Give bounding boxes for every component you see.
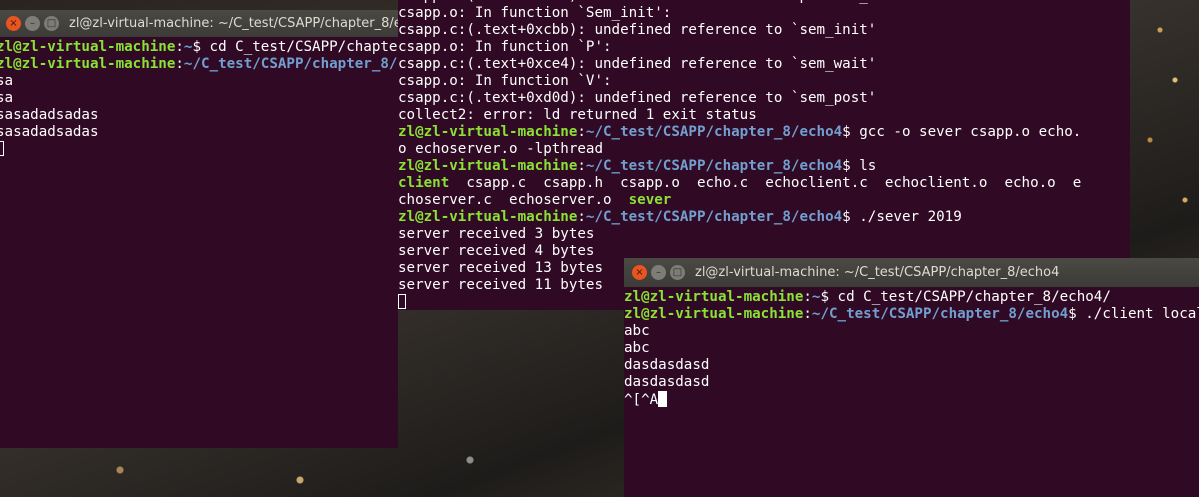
output-text: o echoserver.o -lpthread bbox=[398, 141, 603, 157]
output-text: abc bbox=[624, 340, 650, 356]
ls-output-line: choserver.c echoserver.o sever bbox=[398, 192, 1130, 209]
output-line: abc bbox=[624, 323, 1199, 340]
prompt-separator: : bbox=[803, 289, 812, 305]
command-text: $ cd C_test/CSAPP/chapter_8/echo4/ bbox=[820, 289, 1111, 305]
output-text: sasadadsadas bbox=[0, 107, 99, 123]
executable-file: sever bbox=[628, 192, 672, 208]
terminal-titlebar[interactable]: × – □ zl@zl-virtual-machine: ~/C_test/CS… bbox=[0, 10, 398, 37]
prompt-line: zl@zl-virtual-machine:~/C_test/CSAPP/cha… bbox=[398, 158, 1130, 175]
prompt-user-host: zl@zl-virtual-machine bbox=[398, 124, 578, 140]
output-text: csapp.o: In function `P': bbox=[398, 39, 612, 55]
output-line: csapp.o: In function `P': bbox=[398, 39, 1130, 56]
output-text: server received 11 bytes bbox=[398, 277, 603, 293]
output-text: sa bbox=[0, 90, 14, 106]
text-cursor bbox=[658, 391, 668, 407]
cursor-line bbox=[0, 141, 398, 158]
prompt-separator: : bbox=[175, 39, 184, 55]
command-text: $ cd C_test/CSAPP/chapter_8/echo4/ bbox=[192, 39, 398, 55]
command-text: $ gcc -o sever csapp.o echo. bbox=[842, 124, 1082, 140]
close-window-icon[interactable]: × bbox=[6, 16, 21, 31]
minimize-window-icon[interactable]: – bbox=[651, 265, 666, 280]
output-text: csapp.c:(.text+0x592): undefined referen… bbox=[398, 0, 911, 4]
maximize-window-icon[interactable]: □ bbox=[670, 265, 685, 280]
window-title: zl@zl-virtual-machine: ~/C_test/CSAPP/ch… bbox=[69, 16, 398, 31]
prompt-line: zl@zl-virtual-machine:~/C_test/CSAPP/cha… bbox=[0, 56, 398, 73]
prompt-path: ~/C_test/CSAPP/chapter_8/echo4 bbox=[811, 306, 1069, 322]
prompt-user-host: zl@zl-virtual-machine bbox=[624, 306, 804, 322]
prompt-line: zl@zl-virtual-machine:~$ cd C_test/CSAPP… bbox=[624, 289, 1199, 306]
terminal-output[interactable]: zl@zl-virtual-machine:~$ cd C_test/CSAPP… bbox=[624, 287, 1199, 408]
output-text: csapp.c:(.text+0xd0d): undefined referen… bbox=[398, 90, 877, 106]
output-line: dasdasdasd bbox=[624, 374, 1199, 391]
prompt-line: zl@zl-virtual-machine:~$ cd C_test/CSAPP… bbox=[0, 39, 398, 56]
command-text: $ ./client localhost 2019 bbox=[1068, 306, 1199, 322]
prompt-line: zl@zl-virtual-machine:~/C_test/CSAPP/cha… bbox=[398, 209, 1130, 226]
output-text: csapp.o: In function `Sem_init': bbox=[398, 5, 672, 21]
output-line: csapp.o: In function `Sem_init': bbox=[398, 5, 1130, 22]
output-text: server received 4 bytes bbox=[398, 243, 595, 259]
output-line: dasdasdasd bbox=[624, 357, 1199, 374]
output-line: sasadadsadas bbox=[0, 107, 398, 124]
prompt-separator: : bbox=[803, 306, 812, 322]
output-text: server received 3 bytes bbox=[398, 226, 595, 242]
terminal-window-left[interactable]: × – □ zl@zl-virtual-machine: ~/C_test/CS… bbox=[0, 10, 398, 448]
window-title: zl@zl-virtual-machine: ~/C_test/CSAPP/ch… bbox=[695, 265, 1060, 280]
prompt-separator: : bbox=[577, 158, 586, 174]
minimize-window-icon[interactable]: – bbox=[25, 16, 40, 31]
prompt-line: zl@zl-virtual-machine:~/C_test/CSAPP/cha… bbox=[624, 306, 1199, 323]
prompt-path: ~/C_test/CSAPP/chapter_8/echo4 bbox=[585, 209, 843, 225]
file-list: choserver.c echoserver.o bbox=[398, 192, 629, 208]
output-text: dasdasdasd bbox=[624, 374, 710, 390]
command-text: $ ./sever 2019 bbox=[842, 209, 962, 225]
output-line: ^[^A bbox=[624, 391, 1199, 408]
prompt-user-host: zl@zl-virtual-machine bbox=[398, 209, 578, 225]
output-text: dasdasdasd bbox=[624, 357, 710, 373]
prompt-user-host: zl@zl-virtual-machine bbox=[624, 289, 804, 305]
command-text: $ ls bbox=[842, 158, 877, 174]
prompt-path: ~/C_test/CSAPP/chapter_8/echo4 bbox=[585, 158, 843, 174]
prompt-path: ~/C_test/CSAPP/chapter_8/echo4 bbox=[585, 124, 843, 140]
output-text: collect2: error: ld returned 1 exit stat… bbox=[398, 107, 757, 123]
ls-output-line: client csapp.c csapp.h csapp.o echo.c ec… bbox=[398, 175, 1130, 192]
output-text: csapp.c:(.text+0xce4): undefined referen… bbox=[398, 56, 877, 72]
output-line: sa bbox=[0, 90, 398, 107]
prompt-user-host: zl@zl-virtual-machine bbox=[398, 158, 578, 174]
output-text: csapp.o: In function `V': bbox=[398, 73, 612, 89]
prompt-user-host: zl@zl-virtual-machine bbox=[0, 56, 176, 72]
text-cursor bbox=[0, 141, 4, 156]
output-line: o echoserver.o -lpthread bbox=[398, 141, 1130, 158]
terminal-titlebar[interactable]: × – □ zl@zl-virtual-machine: ~/C_test/CS… bbox=[624, 258, 1199, 287]
output-line: csapp.c:(.text+0xce4): undefined referen… bbox=[398, 56, 1130, 73]
output-line: csapp.o: In function `V': bbox=[398, 73, 1130, 90]
output-line: sa bbox=[0, 73, 398, 90]
output-line: collect2: error: ld returned 1 exit stat… bbox=[398, 107, 1130, 124]
prompt-user-host: zl@zl-virtual-machine bbox=[0, 39, 176, 55]
prompt-path: ~/C_test/CSAPP/chapter_8/echo4 bbox=[183, 56, 398, 72]
output-text: ^[^A bbox=[624, 392, 659, 408]
output-text: csapp.c:(.text+0xcbb): undefined referen… bbox=[398, 22, 877, 38]
prompt-separator: : bbox=[577, 124, 586, 140]
executable-file: client bbox=[398, 175, 450, 191]
terminal-output[interactable]: zl@zl-virtual-machine:~$ cd C_test/CSAPP… bbox=[0, 37, 398, 158]
prompt-separator: : bbox=[175, 56, 184, 72]
file-list: csapp.c csapp.h csapp.o echo.c echoclien… bbox=[449, 175, 1082, 191]
maximize-window-icon[interactable]: □ bbox=[44, 16, 59, 31]
output-line: sasadadsadas bbox=[0, 124, 398, 141]
close-window-icon[interactable]: × bbox=[632, 265, 647, 280]
terminal-window-right[interactable]: × – □ zl@zl-virtual-machine: ~/C_test/CS… bbox=[624, 258, 1199, 497]
output-line: csapp.c:(.text+0xcbb): undefined referen… bbox=[398, 22, 1130, 39]
output-text: abc bbox=[624, 323, 650, 339]
text-cursor bbox=[398, 294, 406, 309]
output-line: server received 3 bytes bbox=[398, 226, 1130, 243]
output-line: abc bbox=[624, 340, 1199, 357]
prompt-line: zl@zl-virtual-machine:~/C_test/CSAPP/cha… bbox=[398, 124, 1130, 141]
output-text: sasadadsadas bbox=[0, 124, 99, 140]
output-text: server received 13 bytes bbox=[398, 260, 603, 276]
prompt-separator: : bbox=[577, 209, 586, 225]
output-text: sa bbox=[0, 73, 14, 89]
output-line: csapp.c:(.text+0xd0d): undefined referen… bbox=[398, 90, 1130, 107]
